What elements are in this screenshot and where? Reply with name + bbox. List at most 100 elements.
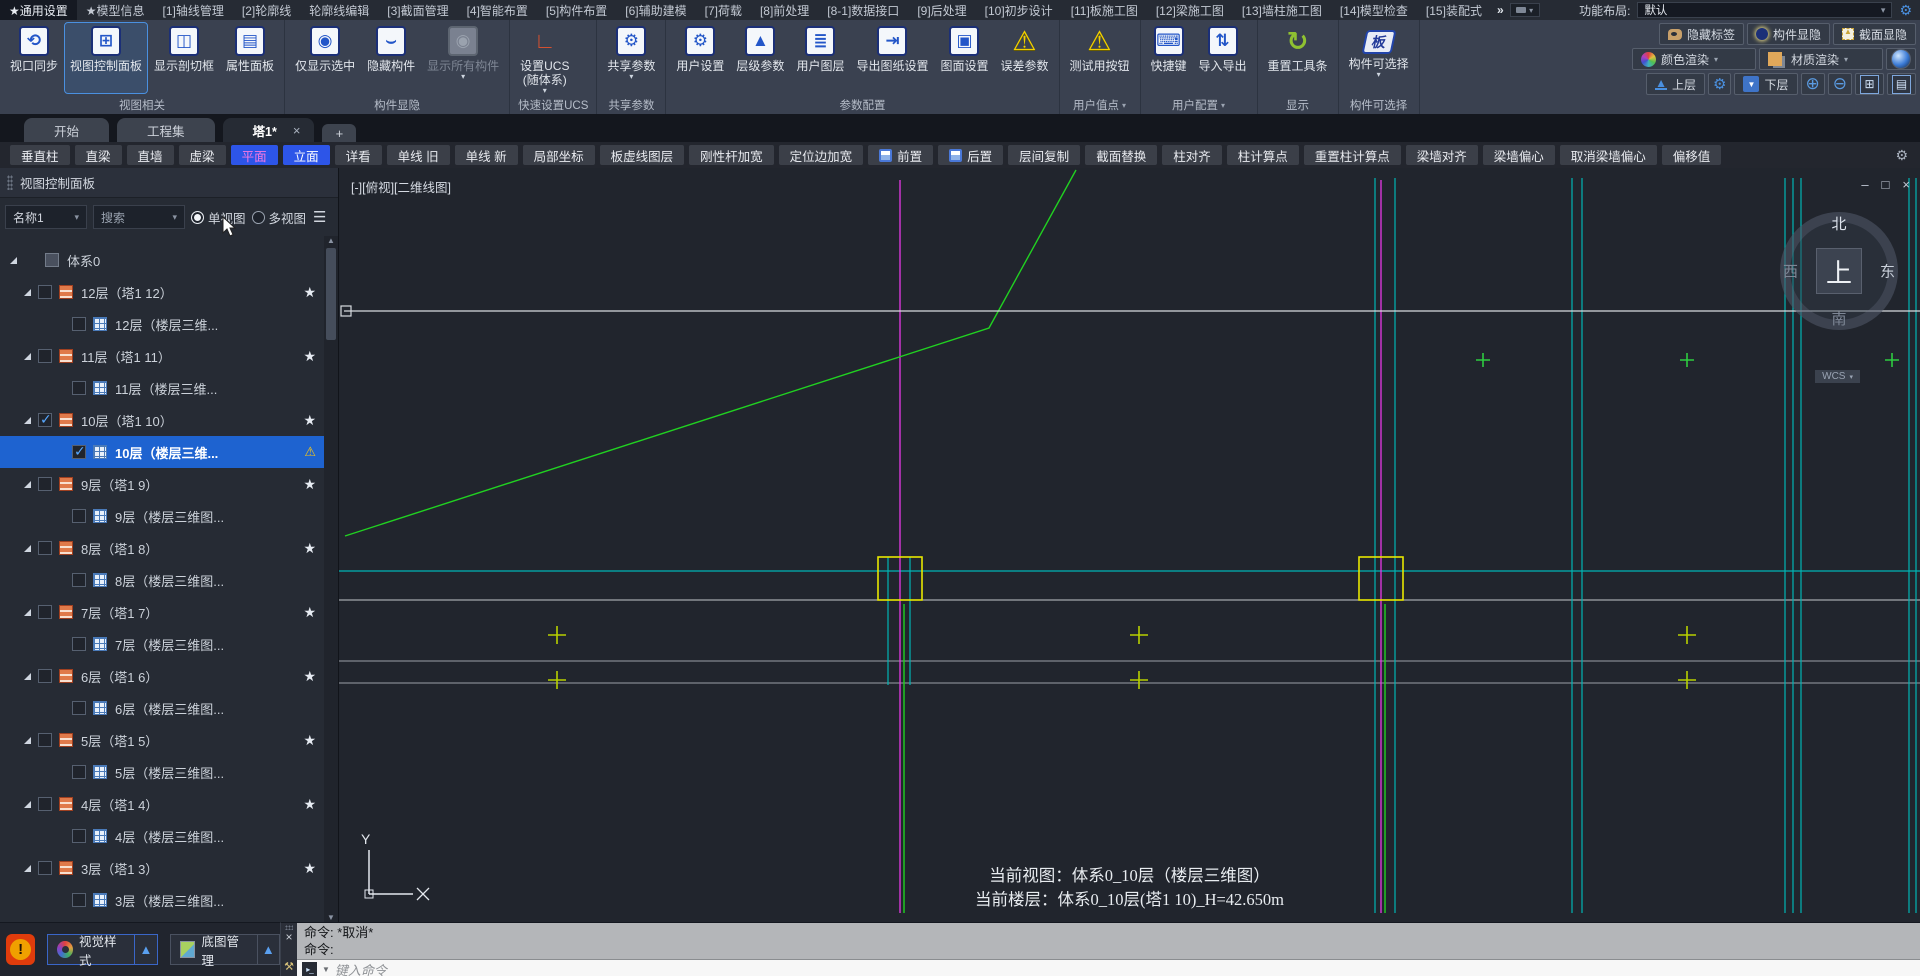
menu-item[interactable]: [8]前处理 [751, 0, 818, 20]
close-icon[interactable]: × [1902, 177, 1910, 192]
tree-row[interactable]: 8层（塔1 8） [0, 532, 324, 564]
favorite-star-icon[interactable] [303, 476, 316, 493]
doc-panel-toggle-button[interactable]: ▤ [1887, 73, 1916, 95]
ribbon-button[interactable]: ⌨ 快捷键 [1146, 23, 1192, 93]
material-render-button[interactable]: 材质渲染 ▾ [1759, 48, 1883, 70]
drawing-canvas-svg[interactable]: Y [339, 168, 1920, 922]
tree-row[interactable]: 5层（楼层三维图... [0, 756, 324, 788]
tree-checkbox[interactable] [72, 765, 86, 779]
ribbon-collapse-button[interactable] [1509, 3, 1540, 17]
ribbon-button[interactable]: ⚙ 用户设置 ▾ [671, 23, 729, 93]
tree-row[interactable]: 10层（塔1 10） [0, 404, 324, 436]
tree-checkbox[interactable] [72, 893, 86, 907]
tool-button[interactable]: 详看 [334, 145, 382, 165]
expand-up-icon[interactable]: ▲ [256, 935, 279, 964]
command-input[interactable]: ▼ 键入命令 [297, 959, 1920, 976]
hide-labels-button[interactable]: 隐藏标签 [1658, 23, 1744, 45]
ribbon-button[interactable]: ⚙ 共享参数 ▾ [602, 23, 660, 93]
tree-row[interactable]: 7层（楼层三维图... [0, 628, 324, 660]
favorite-star-icon[interactable] [303, 604, 316, 621]
tree-scrollbar[interactable]: ▲ ▼ [324, 236, 338, 922]
layout-select[interactable]: 默认 [1637, 2, 1893, 18]
tool-button[interactable]: 立面 [282, 145, 330, 165]
alert-button[interactable]: ! [6, 934, 36, 965]
ribbon-group-label[interactable]: 用户值点 ▾ [1060, 96, 1140, 114]
tree-checkbox[interactable] [38, 733, 52, 747]
view-compass[interactable]: 北 南 西 东 上 [1780, 212, 1898, 330]
favorite-star-icon[interactable] [303, 796, 316, 813]
tool-button[interactable]: 后置 [938, 145, 1004, 165]
compass-north[interactable]: 北 [1831, 213, 1846, 234]
menu-item[interactable]: [5]构件布置 [537, 0, 616, 20]
section-visibility-button[interactable]: 截面显隐 [1832, 23, 1916, 45]
tool-button[interactable]: 虚梁 [178, 145, 226, 165]
expand-arrow-icon[interactable] [24, 544, 31, 552]
gear-icon[interactable]: ⚙ [1899, 2, 1912, 19]
maximize-icon[interactable]: □ [1882, 177, 1890, 192]
ribbon-button[interactable]: ▣ 图面设置 ▾ [935, 23, 993, 93]
menu-item[interactable]: [6]辅助建模 [616, 0, 695, 20]
tree-checkbox[interactable] [38, 605, 52, 619]
close-icon[interactable]: × [293, 123, 301, 138]
tree-panel-toggle-button[interactable]: ⊞ [1855, 73, 1884, 95]
tree-checkbox[interactable] [72, 443, 86, 460]
tool-button[interactable]: 柱对齐 [1162, 145, 1222, 165]
beam-lines-green[interactable] [344, 169, 1386, 913]
tree-checkbox[interactable] [38, 669, 52, 683]
toolstrip-gear-icon[interactable]: ⚙ [1895, 147, 1908, 164]
tree-row[interactable]: 7层（塔1 7） [0, 596, 324, 628]
expand-arrow-icon[interactable] [24, 608, 31, 616]
tab-tower1[interactable]: 塔1* × [222, 118, 315, 142]
tree-checkbox[interactable] [72, 381, 86, 395]
tool-button[interactable]: 局部坐标 [522, 145, 595, 165]
tool-button[interactable]: 层间复制 [1008, 145, 1081, 165]
cross-markers-yellow[interactable] [548, 626, 1696, 689]
tool-button[interactable]: 直梁 [74, 145, 122, 165]
menu-item[interactable]: [10]初步设计 [976, 0, 1062, 20]
tree-checkbox[interactable] [38, 411, 52, 428]
expand-up-icon[interactable]: ▲ [134, 935, 156, 964]
compass-south[interactable]: 南 [1831, 308, 1846, 329]
name-filter-dropdown[interactable]: 名称1 [5, 205, 87, 229]
menu-item[interactable]: 轮廓线编辑 [300, 0, 378, 20]
ribbon-group-label[interactable]: 用户配置 ▾ [1141, 96, 1257, 114]
ribbon-button[interactable]: ⟲ 视口同步 ▾ [5, 23, 63, 93]
tool-button[interactable]: 截面替换 [1085, 145, 1158, 165]
tab-project-set[interactable]: 工程集 [117, 118, 215, 142]
ribbon-button[interactable]: ⇅ 导入导出 [1194, 23, 1252, 93]
expand-arrow-icon[interactable] [24, 416, 31, 424]
expand-arrow-icon[interactable] [24, 288, 31, 296]
search-dropdown[interactable]: 搜索 [93, 205, 185, 229]
menu-item[interactable]: [4]智能布置 [458, 0, 537, 20]
view-list-icon[interactable]: ☰ [313, 208, 326, 226]
tree-row[interactable]: 5层（塔1 5） [0, 724, 324, 756]
basemap-button[interactable]: 底图管理 ▲ [169, 934, 280, 968]
tool-button[interactable]: 单线 新 [454, 145, 518, 165]
render-sphere-button[interactable] [1886, 48, 1916, 70]
tree-row[interactable]: 4层（楼层三维图... [0, 820, 324, 852]
multi-view-radio[interactable]: 多视图 [251, 208, 306, 227]
tool-button[interactable]: 直墙 [126, 145, 174, 165]
tree-row[interactable]: 9层（塔1 9） [0, 468, 324, 500]
tool-button[interactable]: 垂直柱 [10, 145, 70, 165]
menu-item[interactable]: [15]装配式 [1417, 0, 1491, 20]
expand-arrow-icon[interactable] [24, 864, 31, 872]
zoom-out-button[interactable] [1827, 73, 1852, 95]
tree-row[interactable]: 12层（楼层三维... [0, 308, 324, 340]
ribbon-button[interactable]: ▲ 层级参数 ▾ [731, 23, 789, 93]
compass-east[interactable]: 东 [1880, 261, 1895, 282]
tree-row[interactable]: 8层（楼层三维图... [0, 564, 324, 596]
drag-grip-icon[interactable] [7, 175, 13, 190]
expand-arrow-icon[interactable] [24, 672, 31, 680]
favorite-star-icon[interactable] [303, 860, 316, 877]
tool-button[interactable]: 前置 [868, 145, 934, 165]
command-history[interactable]: 命令: *取消* 命令: [297, 923, 1920, 959]
component-visibility-button[interactable]: 构件显隐 [1746, 23, 1830, 45]
chevron-down-icon[interactable]: ▼ [322, 965, 330, 974]
favorite-star-icon[interactable] [303, 732, 316, 749]
ribbon-button[interactable]: ◉ 显示所有构件 ▾ [422, 23, 504, 93]
scroll-up-icon[interactable]: ▲ [327, 236, 335, 245]
wcs-selector[interactable]: WCS [1815, 370, 1860, 383]
lower-floor-button[interactable]: 下层 [1734, 73, 1798, 95]
tree-checkbox[interactable] [72, 829, 86, 843]
